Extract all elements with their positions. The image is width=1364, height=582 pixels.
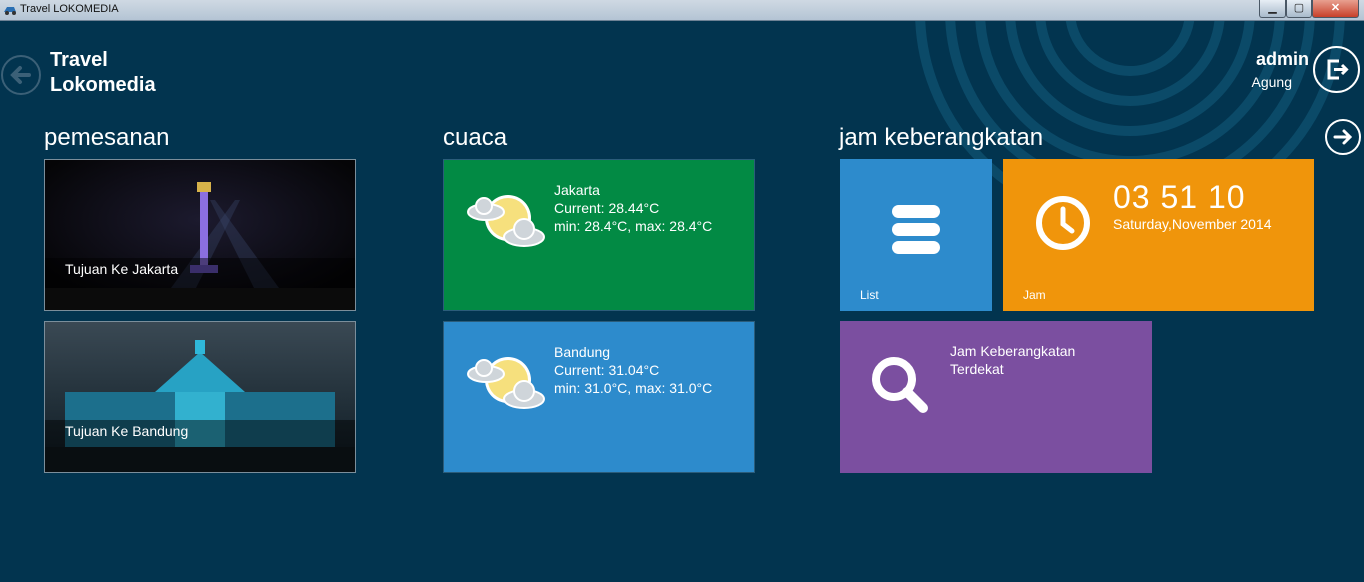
tile-weather-jakarta[interactable]: Jakarta Current: 28.44°C min: 28.4°C, ma… xyxy=(443,159,755,311)
tile-list[interactable]: List xyxy=(840,159,992,311)
clock-date: Saturday,November 2014 xyxy=(1113,216,1272,232)
logout-icon xyxy=(1327,59,1349,80)
user-name: admin xyxy=(1255,49,1309,69)
window-title: Travel LOKOMEDIA xyxy=(20,3,119,15)
weather-range: min: 28.4°C, max: 28.4°C xyxy=(554,218,713,234)
section-title-cuaca: cuaca xyxy=(443,124,508,151)
clock-time: 03 51 10 xyxy=(1113,179,1246,215)
weather-current: Current: 31.04°C xyxy=(554,362,660,378)
tile-weather-bandung[interactable]: Bandung Current: 31.04°C min: 31.0°C, ma… xyxy=(443,321,755,473)
logout-button[interactable] xyxy=(1313,46,1360,93)
tile-label-jakarta: Tujuan Ke Jakarta xyxy=(65,261,179,277)
window-titlebar: Travel LOKOMEDIA ▁ ▢ ✕ xyxy=(0,0,1364,21)
back-button[interactable] xyxy=(1,55,41,95)
minimize-button[interactable]: ▁ xyxy=(1259,0,1286,18)
close-button[interactable]: ✕ xyxy=(1312,0,1359,18)
tile-tujuan-jakarta[interactable]: Tujuan Ke Jakarta xyxy=(44,159,356,311)
user-subtitle: Agung xyxy=(1251,74,1292,90)
tile-label-list: List xyxy=(860,288,879,302)
section-title-pemesanan: pemesanan xyxy=(44,124,170,151)
list-icon xyxy=(892,205,940,254)
app-name: Travel Lokomedia xyxy=(50,49,156,96)
app-icon xyxy=(4,7,16,15)
tile-label-jam: Jam xyxy=(1023,288,1046,302)
search-icon xyxy=(872,357,928,413)
arrow-left-icon xyxy=(10,66,31,84)
maximize-button[interactable]: ▢ xyxy=(1286,0,1312,18)
partly-cloudy-icon xyxy=(467,195,545,247)
weather-text: Jakarta Current: 28.44°C min: 28.4°C, ma… xyxy=(554,181,712,235)
clock-icon xyxy=(1036,196,1090,250)
weather-city: Bandung xyxy=(554,344,611,360)
tile-label-bandung: Tujuan Ke Bandung xyxy=(65,423,189,439)
next-button[interactable] xyxy=(1325,119,1361,155)
arrow-right-icon xyxy=(1333,129,1353,145)
section-title-jam: jam keberangkatan xyxy=(839,124,1044,151)
weather-current: Current: 28.44°C xyxy=(554,200,660,216)
tile-caption: Tujuan Ke Jakarta xyxy=(45,258,355,310)
tile-caption: Tujuan Ke Bandung xyxy=(45,420,355,472)
tile-tujuan-bandung[interactable]: Tujuan Ke Bandung xyxy=(44,321,356,473)
weather-city: Jakarta xyxy=(554,182,600,198)
tile-jam-terdekat[interactable]: Jam Keberangkatan Terdekat xyxy=(840,321,1152,473)
weather-range: min: 31.0°C, max: 31.0°C xyxy=(554,380,713,396)
tile-label-terdekat: Jam Keberangkatan Terdekat xyxy=(950,343,1076,377)
tile-clock[interactable]: 03 51 10 Saturday,November 2014 Jam xyxy=(1003,159,1314,311)
partly-cloudy-icon xyxy=(467,357,545,409)
weather-text: Bandung Current: 31.04°C min: 31.0°C, ma… xyxy=(554,343,712,397)
